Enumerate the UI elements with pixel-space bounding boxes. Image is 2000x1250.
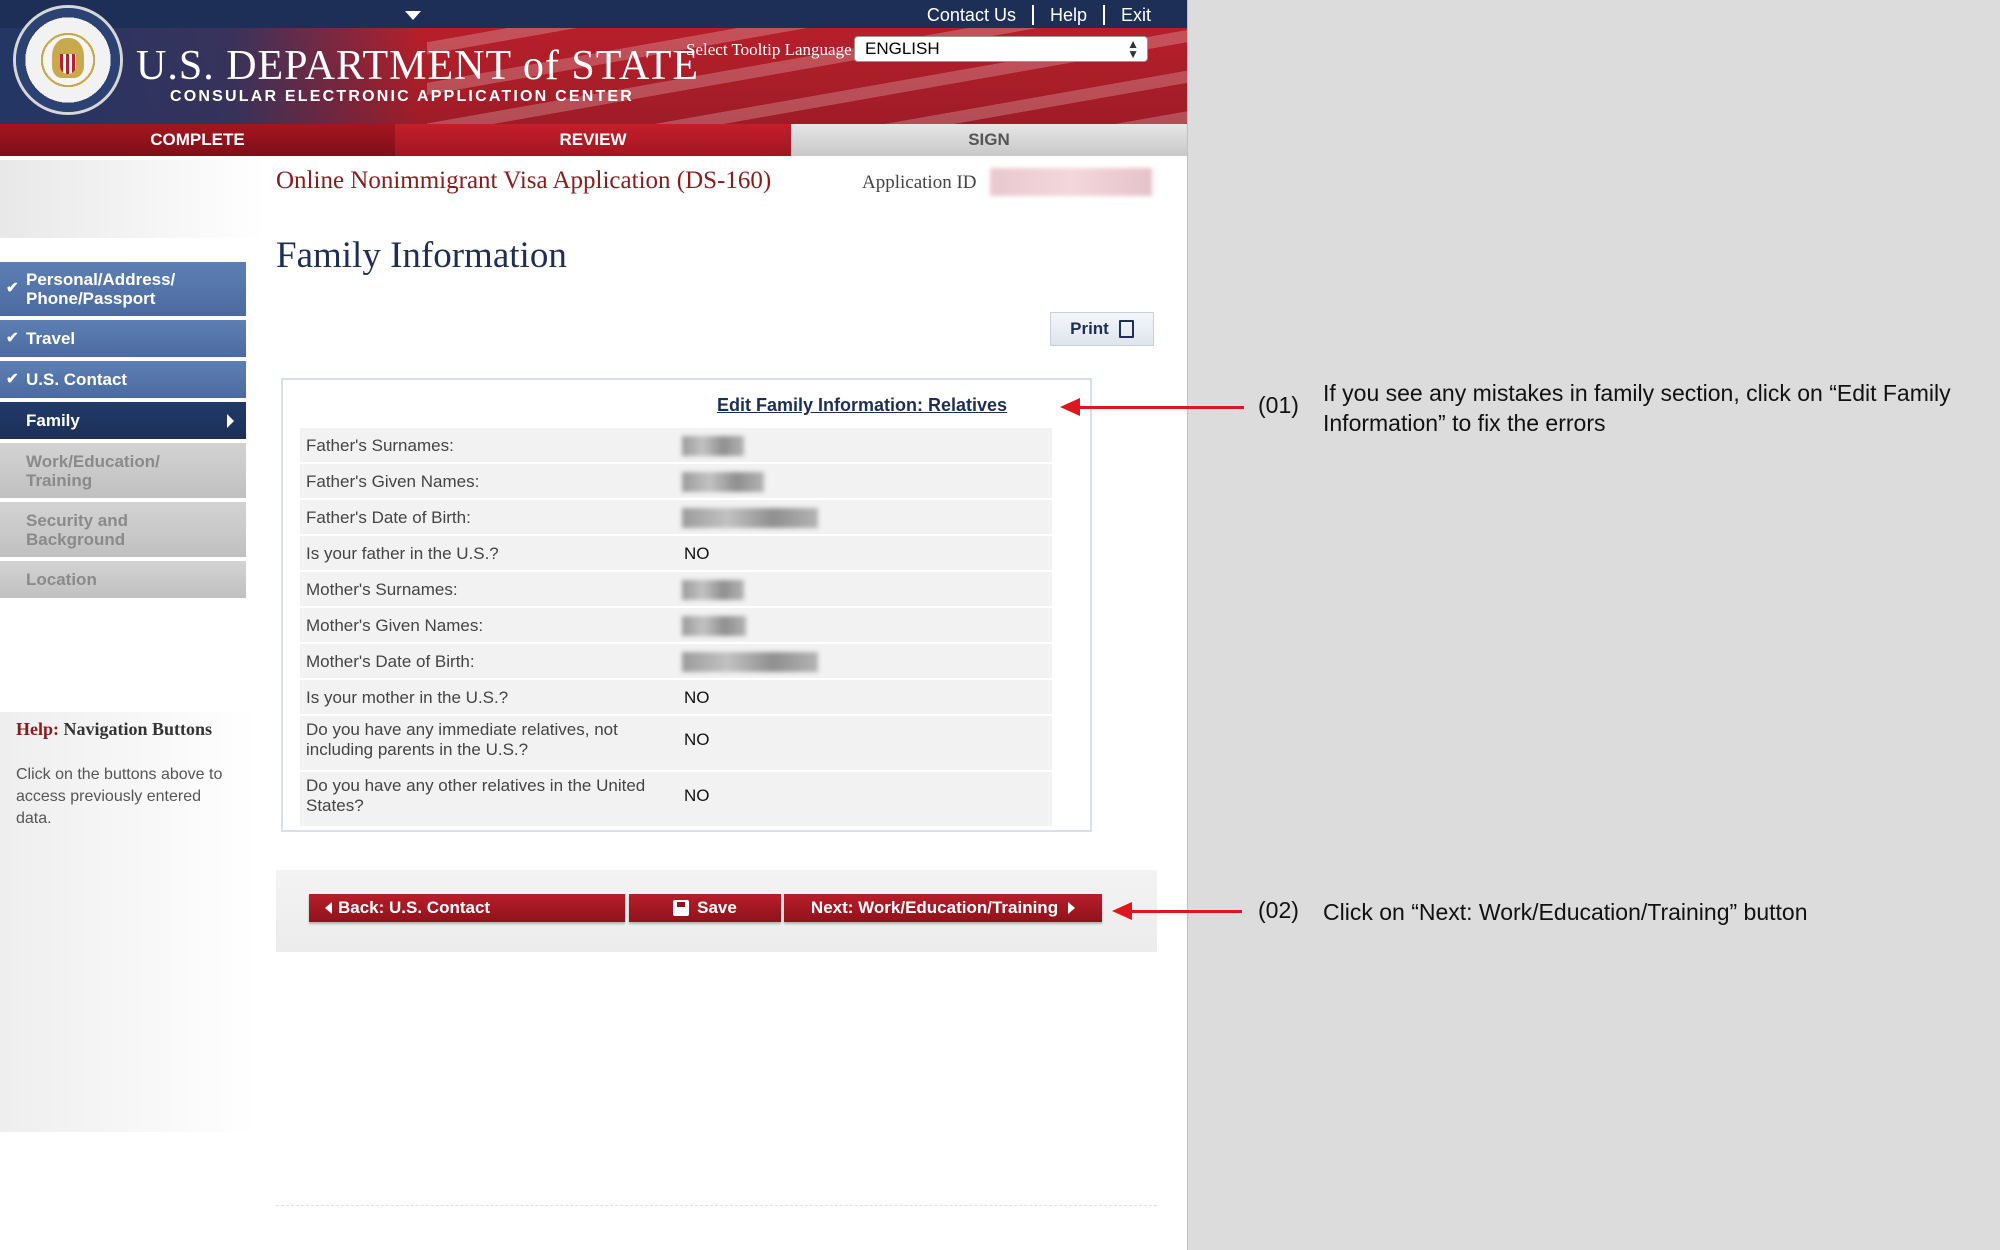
site-header: Contact Us Help Exit U.S. DEPARTMENT of … [0,0,1187,124]
save-button-label: Save [697,898,737,917]
form-title: Online Nonimmigrant Visa Application (DS… [276,167,772,194]
save-button[interactable]: Save [629,894,781,922]
sidebar-item-security[interactable]: Security and Background [0,502,246,560]
sidebar-item-label: Personal/Address/ Phone/Passport [26,270,176,308]
page-title: Family Information [276,235,567,276]
sidebar-item-label: Family [26,411,80,430]
tooltip-language-label: Select Tooltip Language [686,40,852,59]
progress-tabs: COMPLETE REVIEW SIGN [0,124,1187,156]
field-row-mother-surnames: Mother's Surnames: [300,572,1052,608]
shield-icon [60,54,76,74]
selected-language: ENGLISH [865,39,940,58]
help-link[interactable]: Help [1034,5,1105,25]
annotation-text-02: Click on “Next: Work/Education/Training”… [1323,899,1808,925]
contact-us-link[interactable]: Contact Us [911,5,1034,25]
field-label: Father's Date of Birth: [306,508,471,527]
help-title: Help: Navigation Buttons [16,719,212,740]
application-id-value-redacted [990,168,1152,196]
field-label: Mother's Given Names: [306,616,484,635]
field-row-other-relatives: Do you have any other relatives in the U… [300,772,1052,828]
application-id-label: Application ID [862,172,977,193]
field-row-father-surnames: Father's Surnames: [300,428,1052,464]
field-value: NO [684,688,710,707]
annotation-number-01: (01) [1258,392,1299,418]
field-row-father-dob: Father's Date of Birth: [300,500,1052,536]
sidebar-item-label: U.S. Contact [26,370,128,389]
bottom-divider [276,1205,1157,1206]
help-text: Click on the buttons above to access pre… [16,766,223,827]
field-row-immediate-relatives: Do you have any immediate relatives, not… [300,716,1052,772]
annotation-number-02: (02) [1258,897,1299,923]
field-value: NO [684,730,710,749]
department-title: U.S. DEPARTMENT of STATE [136,43,700,89]
field-row-mother-in-us: Is your mother in the U.S.? NO [300,680,1052,716]
field-value-redacted [682,508,818,528]
sidebar-item-personal[interactable]: ✔ Personal/Address/ Phone/Passport [0,262,246,319]
field-value-redacted [682,472,764,492]
department-seal-icon [16,8,120,112]
field-label: Is your mother in the U.S.? [306,688,509,707]
field-label: Mother's Surnames: [306,580,458,599]
field-value-redacted [682,580,744,600]
help-heading: Navigation Buttons [63,719,213,739]
field-label: Father's Given Names: [306,472,480,491]
field-row-father-given-names: Father's Given Names: [300,464,1052,500]
select-arrows-icon: ▲ ▼ [1127,37,1139,61]
help-label: Help: [16,719,59,739]
field-value-redacted [682,616,746,636]
sidebar-item-label: Work/Education/ Training [26,451,160,490]
top-links: Contact Us Help Exit [911,4,1151,26]
field-label: Father's Surnames: [306,436,454,455]
department-subtitle: CONSULAR ELECTRONIC APPLICATION CENTER [170,88,635,105]
sidebar-top-fade [0,160,266,238]
tab-review[interactable]: REVIEW [395,124,791,156]
sidebar-item-travel[interactable]: ✔ Travel [0,320,246,360]
chevron-right-icon [227,413,234,428]
next-button-label: Next: Work/Education/Training [810,898,1059,917]
active-tab-caret-icon [405,11,421,20]
chevron-right-icon [1068,902,1076,914]
check-icon: ✔ [6,279,19,297]
field-label: Mother's Date of Birth: [306,652,475,671]
chevron-left-icon [325,902,332,914]
print-button[interactable]: Print [1050,312,1154,346]
tooltip-language-select[interactable]: ENGLISH ▲ ▼ [854,36,1148,62]
print-label: Print [1070,319,1109,338]
field-label: Is your father in the U.S.? [306,544,499,563]
sidebar-item-label: Travel [26,329,76,348]
next-button[interactable]: Next: Work/Education/Training [784,894,1102,922]
annotation-text-01: If you see any mistakes in family sectio… [1323,380,1951,436]
back-button-label: Back: U.S. Contact [338,898,491,917]
sidebar-item-label: Security and Background [26,510,129,549]
field-value-redacted [682,436,744,456]
edit-family-relatives-link[interactable]: Edit Family Information: Relatives [717,395,1007,416]
annotation-arrow-02 [1112,902,1242,920]
sidebar-item-us-contact[interactable]: ✔ U.S. Contact [0,361,246,401]
field-label: Do you have any immediate relatives, not… [306,720,618,759]
app-window: Contact Us Help Exit U.S. DEPARTMENT of … [0,0,1188,1250]
document-icon [1118,320,1134,338]
field-label: Do you have any other relatives in the U… [306,776,646,815]
field-value: NO [684,786,710,805]
sidebar-item-label: Location [26,570,97,589]
sidebar-item-work-education[interactable]: Work/Education/ Training [0,443,246,501]
field-row-father-in-us: Is your father in the U.S.? NO [300,536,1052,572]
sidebar-item-location[interactable]: Location [0,561,246,601]
annotation-arrow-01 [1060,398,1244,416]
check-icon: ✔ [6,370,19,388]
field-value: NO [684,544,710,563]
floppy-disk-icon [673,900,690,916]
field-value-redacted [682,652,818,672]
check-icon: ✔ [6,329,19,347]
field-row-mother-dob: Mother's Date of Birth: [300,644,1052,680]
back-button[interactable]: Back: U.S. Contact [309,894,625,922]
sidebar-item-family[interactable]: Family [0,402,246,442]
tab-sign[interactable]: SIGN [791,124,1187,156]
field-row-mother-given-names: Mother's Given Names: [300,608,1052,644]
tab-complete[interactable]: COMPLETE [0,124,395,156]
exit-link[interactable]: Exit [1105,5,1151,25]
